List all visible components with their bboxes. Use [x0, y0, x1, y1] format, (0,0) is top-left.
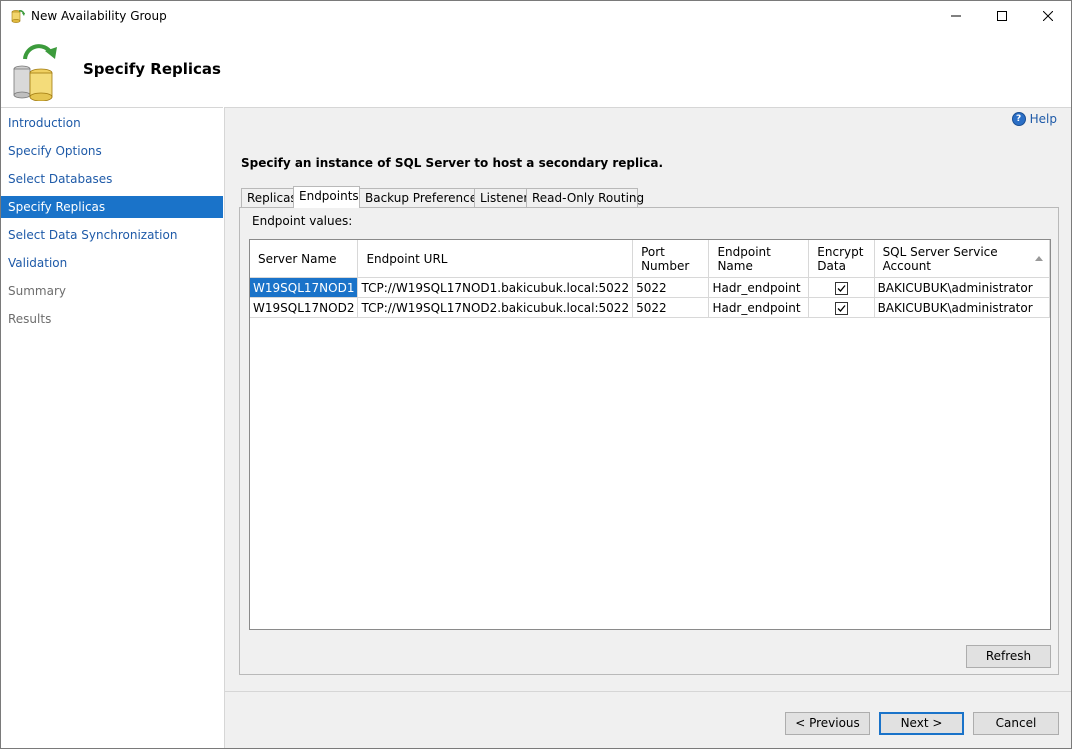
- availability-group-icon: [11, 10, 25, 23]
- cell-endpoint-name[interactable]: Hadr_endpoint: [708, 277, 810, 298]
- nav-item-specify-options[interactable]: Specify Options: [1, 140, 223, 162]
- help-label: Help: [1029, 112, 1057, 126]
- table-row[interactable]: W19SQL17NOD2 TCP://W19SQL17NOD2.bakicubu…: [250, 297, 1050, 318]
- cell-server-name[interactable]: W19SQL17NOD1: [250, 277, 359, 298]
- nav-item-validation[interactable]: Validation: [1, 252, 223, 274]
- column-header-service-account-label: SQL Server Service Account: [882, 244, 998, 273]
- close-icon: [1043, 11, 1053, 21]
- help-link[interactable]: ? Help: [1011, 112, 1057, 126]
- wizard-content: ? Help Specify an instance of SQL Server…: [224, 107, 1071, 748]
- title-bar: New Availability Group: [1, 1, 1071, 31]
- cell-endpoint-name[interactable]: Hadr_endpoint: [708, 297, 810, 318]
- refresh-button[interactable]: Refresh: [966, 645, 1051, 668]
- database-replica-icon: [13, 44, 57, 101]
- tab-replicas[interactable]: Replicas: [241, 188, 297, 207]
- table-row[interactable]: W19SQL17NOD1 TCP://W19SQL17NOD1.bakicubu…: [250, 277, 1050, 298]
- endpoint-values-label: Endpoint values:: [252, 214, 353, 228]
- wizard-nav: Introduction Specify Options Select Data…: [1, 107, 223, 748]
- next-button[interactable]: Next >: [879, 712, 964, 735]
- encrypt-data-checkbox[interactable]: [834, 281, 848, 295]
- cell-port-number[interactable]: 5022: [632, 297, 710, 318]
- cell-server-name[interactable]: W19SQL17NOD2: [250, 297, 359, 318]
- checkmark-icon: [837, 284, 846, 292]
- dialog-window: New Availability Group Specify Replicas …: [0, 0, 1072, 749]
- minimize-button[interactable]: [933, 1, 979, 31]
- encrypt-data-checkbox[interactable]: [834, 301, 848, 315]
- cell-service-account[interactable]: BAKICUBUK\administrator: [874, 297, 1050, 318]
- tab-read-only-routing[interactable]: Read-Only Routing: [526, 188, 644, 207]
- minimize-icon: [951, 15, 961, 17]
- column-header-server-name[interactable]: Server Name: [250, 240, 359, 278]
- column-header-port-number[interactable]: Port Number: [632, 240, 710, 278]
- previous-button[interactable]: < Previous: [785, 712, 870, 735]
- nav-item-introduction[interactable]: Introduction: [1, 112, 223, 134]
- endpoints-table: Server Name Endpoint URL Port Number End…: [250, 240, 1050, 318]
- column-header-endpoint-name[interactable]: Endpoint Name: [708, 240, 810, 278]
- nav-item-select-databases[interactable]: Select Databases: [1, 168, 223, 190]
- column-header-service-account[interactable]: SQL Server Service Account: [874, 240, 1050, 278]
- cell-service-account[interactable]: BAKICUBUK\administrator: [874, 277, 1050, 298]
- endpoints-grid[interactable]: Server Name Endpoint URL Port Number End…: [249, 239, 1051, 630]
- tab-endpoints[interactable]: Endpoints: [293, 186, 360, 208]
- cell-encrypt-data: [808, 277, 875, 298]
- cell-endpoint-url[interactable]: TCP://W19SQL17NOD1.bakicubuk.local:5022: [357, 277, 634, 298]
- tab-backup-preferences[interactable]: Backup Preferences: [359, 188, 483, 207]
- nav-item-specify-replicas[interactable]: Specify Replicas: [1, 196, 223, 218]
- instruction-text: Specify an instance of SQL Server to hos…: [241, 156, 664, 170]
- nav-item-summary: Summary: [8, 284, 66, 298]
- checkmark-icon: [837, 304, 846, 312]
- close-button[interactable]: [1025, 1, 1071, 31]
- footer-divider: [225, 691, 1071, 692]
- tab-listener[interactable]: Listener: [474, 188, 528, 207]
- endpoints-panel: Endpoint values: Server Name Endpoint UR…: [239, 207, 1059, 675]
- cell-port-number[interactable]: 5022: [632, 277, 710, 298]
- cancel-button[interactable]: Cancel: [973, 712, 1059, 735]
- help-icon: ?: [1011, 112, 1026, 126]
- page-title: Specify Replicas: [83, 60, 221, 78]
- maximize-icon: [997, 11, 1007, 21]
- column-header-endpoint-url[interactable]: Endpoint URL: [357, 240, 634, 278]
- window-title: New Availability Group: [31, 9, 167, 23]
- sort-ascending-icon: [1035, 256, 1043, 261]
- wizard-header: Specify Replicas: [1, 31, 1071, 107]
- nav-item-select-data-synchronization[interactable]: Select Data Synchronization: [1, 224, 223, 246]
- nav-item-results: Results: [8, 312, 52, 326]
- cell-endpoint-url[interactable]: TCP://W19SQL17NOD2.bakicubuk.local:5022: [357, 297, 634, 318]
- cell-encrypt-data: [808, 297, 875, 318]
- column-header-encrypt-data[interactable]: Encrypt Data: [808, 240, 875, 278]
- maximize-button[interactable]: [979, 1, 1025, 31]
